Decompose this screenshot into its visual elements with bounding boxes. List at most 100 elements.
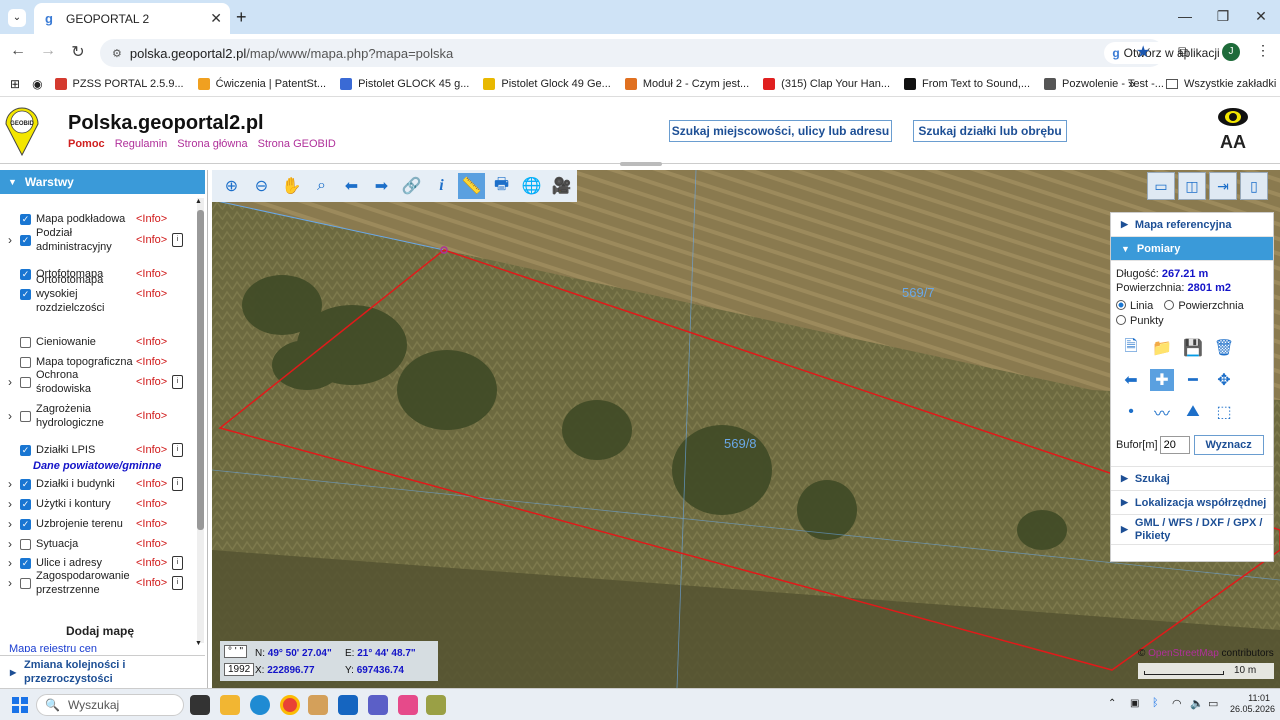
layer-info-link[interactable]: <Info> (136, 336, 172, 348)
print-icon[interactable]: 🖶 (488, 173, 515, 199)
expand-chevron-icon[interactable]: › (0, 537, 20, 551)
layer-checkbox[interactable]: ✓ (20, 518, 31, 530)
teams-icon[interactable] (368, 695, 388, 715)
profile-avatar[interactable]: J (1222, 43, 1240, 61)
layer-checkbox[interactable] (20, 336, 31, 348)
add-map-button[interactable]: Dodaj mapę (66, 624, 134, 638)
layer-checkbox[interactable] (20, 356, 31, 368)
legend-document-icon[interactable]: i (172, 233, 183, 247)
help-link[interactable]: Pomoc (68, 138, 105, 150)
pinned-app-icon[interactable] (426, 695, 446, 715)
expand-chevron-icon[interactable]: › (0, 477, 20, 491)
minimize-button[interactable]: — (1170, 8, 1200, 24)
open-folder-icon[interactable]: 📁 (1150, 337, 1174, 359)
delete-trash-icon[interactable]: 🗑 (1212, 337, 1236, 359)
layer-info-link[interactable]: <Info> (136, 288, 172, 300)
legend-document-icon[interactable]: i (172, 443, 183, 457)
paint-app-icon[interactable] (398, 695, 418, 715)
expand-chevron-icon[interactable]: › (0, 375, 20, 389)
expand-chevron-icon[interactable]: › (0, 517, 20, 531)
tray-chevron-icon[interactable]: ⌃ (1108, 698, 1116, 709)
mode-area-radio[interactable]: Powierzchnia (1164, 300, 1244, 312)
taskbar-search[interactable]: 🔍 Wyszukaj (36, 694, 184, 716)
bookmark-star-icon[interactable]: ★ (1136, 42, 1150, 62)
polyline-icon[interactable]: 〰 (1150, 401, 1174, 423)
volume-cube-icon[interactable]: ⬚ (1212, 401, 1236, 423)
osm-link[interactable]: OpenStreetMap (1148, 648, 1219, 659)
search-address-button[interactable]: Szukaj miejscowości, ulicy lub adresu (669, 120, 892, 142)
measure-ruler-icon[interactable]: 📏 (458, 173, 485, 199)
layer-info-link[interactable]: <Info> (136, 478, 172, 490)
apps-grid-icon[interactable]: ⊞ (10, 77, 20, 91)
geobid-link[interactable]: Strona GEOBID (258, 138, 336, 150)
extensions-icon[interactable]: ⧉ (1178, 43, 1188, 60)
url-field[interactable]: ⚙ polska.geoportal2.pl/map/www/mapa.php?… (100, 39, 1228, 67)
next-view-icon[interactable]: ➡ (368, 173, 395, 199)
bookmark-item[interactable]: From Text to Sound,... (904, 77, 1030, 90)
zoom-in-icon[interactable]: ⊕ (218, 173, 245, 199)
bluetooth-icon[interactable]: ᛒ (1152, 697, 1159, 709)
save-icon[interactable]: 💾 (1181, 337, 1205, 359)
layer-checkbox[interactable]: ✓ (20, 498, 31, 510)
outlook-icon[interactable] (338, 695, 358, 715)
remove-point-icon[interactable]: ━ (1181, 369, 1205, 391)
new-document-icon[interactable]: 🗎 (1119, 337, 1143, 359)
mode-points-radio[interactable]: Punkty (1111, 315, 1273, 327)
sidebar-scroll-thumb[interactable] (197, 210, 204, 530)
globe-bookmark-icon[interactable]: ◉ (32, 77, 42, 91)
layout-top-icon[interactable]: ▭ (1147, 172, 1175, 200)
taskbar-clock[interactable]: 11:01 26.05.2026 (1230, 693, 1275, 715)
reload-icon[interactable]: ↻ (66, 42, 90, 62)
layer-checkbox[interactable]: ✓ (20, 557, 31, 569)
menu-icon[interactable]: ⋮ (1256, 42, 1270, 59)
file-explorer-icon[interactable] (220, 695, 240, 715)
all-bookmarks-button[interactable]: Wszystkie zakładki (1166, 78, 1276, 90)
home-link[interactable]: Strona główna (177, 138, 247, 150)
back-icon[interactable]: ← (6, 42, 30, 60)
crs-tag[interactable]: 1992 (224, 663, 255, 676)
globe-icon[interactable]: 🌐 (518, 173, 545, 199)
layer-checkbox[interactable]: ✓ (20, 288, 31, 300)
layer-info-link[interactable]: <Info> (136, 376, 172, 388)
layer-checkbox[interactable]: ✓ (20, 213, 31, 225)
media-app-icon[interactable] (308, 695, 328, 715)
gml-section[interactable]: ▶ GML / WFS / DXF / GPX / Pikiety (1111, 515, 1273, 545)
legend-document-icon[interactable]: i (172, 576, 183, 590)
scroll-up-icon[interactable]: ▲ (195, 198, 202, 205)
mode-line-radio[interactable]: Linia (1116, 300, 1153, 312)
layer-checkbox[interactable]: ✓ (20, 444, 31, 456)
undo-arrow-icon[interactable]: ⬅ (1119, 369, 1143, 391)
ref-map-section[interactable]: ▶ Mapa referencyjna (1111, 213, 1273, 237)
layer-info-link[interactable]: <Info> (136, 518, 172, 530)
layer-checkbox[interactable] (20, 376, 31, 388)
bookmark-item[interactable]: Pistolet Glock 49 Ge... (483, 77, 611, 90)
layer-info-link[interactable]: <Info> (136, 538, 172, 550)
volume-icon[interactable]: 🔈 (1190, 697, 1204, 710)
legend-document-icon[interactable]: i (172, 477, 183, 491)
tab-list-button[interactable]: ⌄ (8, 9, 26, 27)
edge-icon[interactable] (250, 695, 270, 715)
bookmark-item[interactable]: Pozwolenie - Test -... (1044, 77, 1164, 90)
determine-button[interactable]: Wyznacz (1193, 435, 1264, 455)
layer-info-link[interactable]: <Info> (136, 410, 172, 422)
accessibility-toggle[interactable]: AA (1216, 106, 1250, 154)
search-parcel-button[interactable]: Szukaj działki lub obrębu (913, 120, 1067, 142)
layer-order-button[interactable]: ▶ Zmiana kolejności i przezroczystości (0, 655, 205, 688)
layout-export-icon[interactable]: ⇥ (1209, 172, 1237, 200)
zoom-out-icon[interactable]: ⊖ (248, 173, 275, 199)
wifi-icon[interactable]: ◠ (1172, 697, 1182, 710)
info-icon[interactable]: i (428, 173, 455, 199)
layer-info-link[interactable]: <Info> (136, 356, 172, 368)
expand-chevron-icon[interactable]: › (0, 556, 20, 570)
link-icon[interactable]: 🔗 (398, 173, 425, 199)
layer-info-link[interactable]: <Info> (136, 444, 172, 456)
search-section[interactable]: ▶ Szukaj (1111, 467, 1273, 491)
windows-start-icon[interactable] (12, 697, 28, 713)
layer-checkbox[interactable] (20, 538, 31, 550)
battery-icon[interactable]: ▭ (1208, 697, 1218, 710)
layer-checkbox[interactable] (20, 410, 31, 422)
legend-document-icon[interactable]: i (172, 556, 183, 570)
close-tab-icon[interactable]: ✕ (210, 10, 222, 27)
header-resize-grip[interactable] (620, 162, 662, 166)
layout-split-icon[interactable]: ◫ (1178, 172, 1206, 200)
